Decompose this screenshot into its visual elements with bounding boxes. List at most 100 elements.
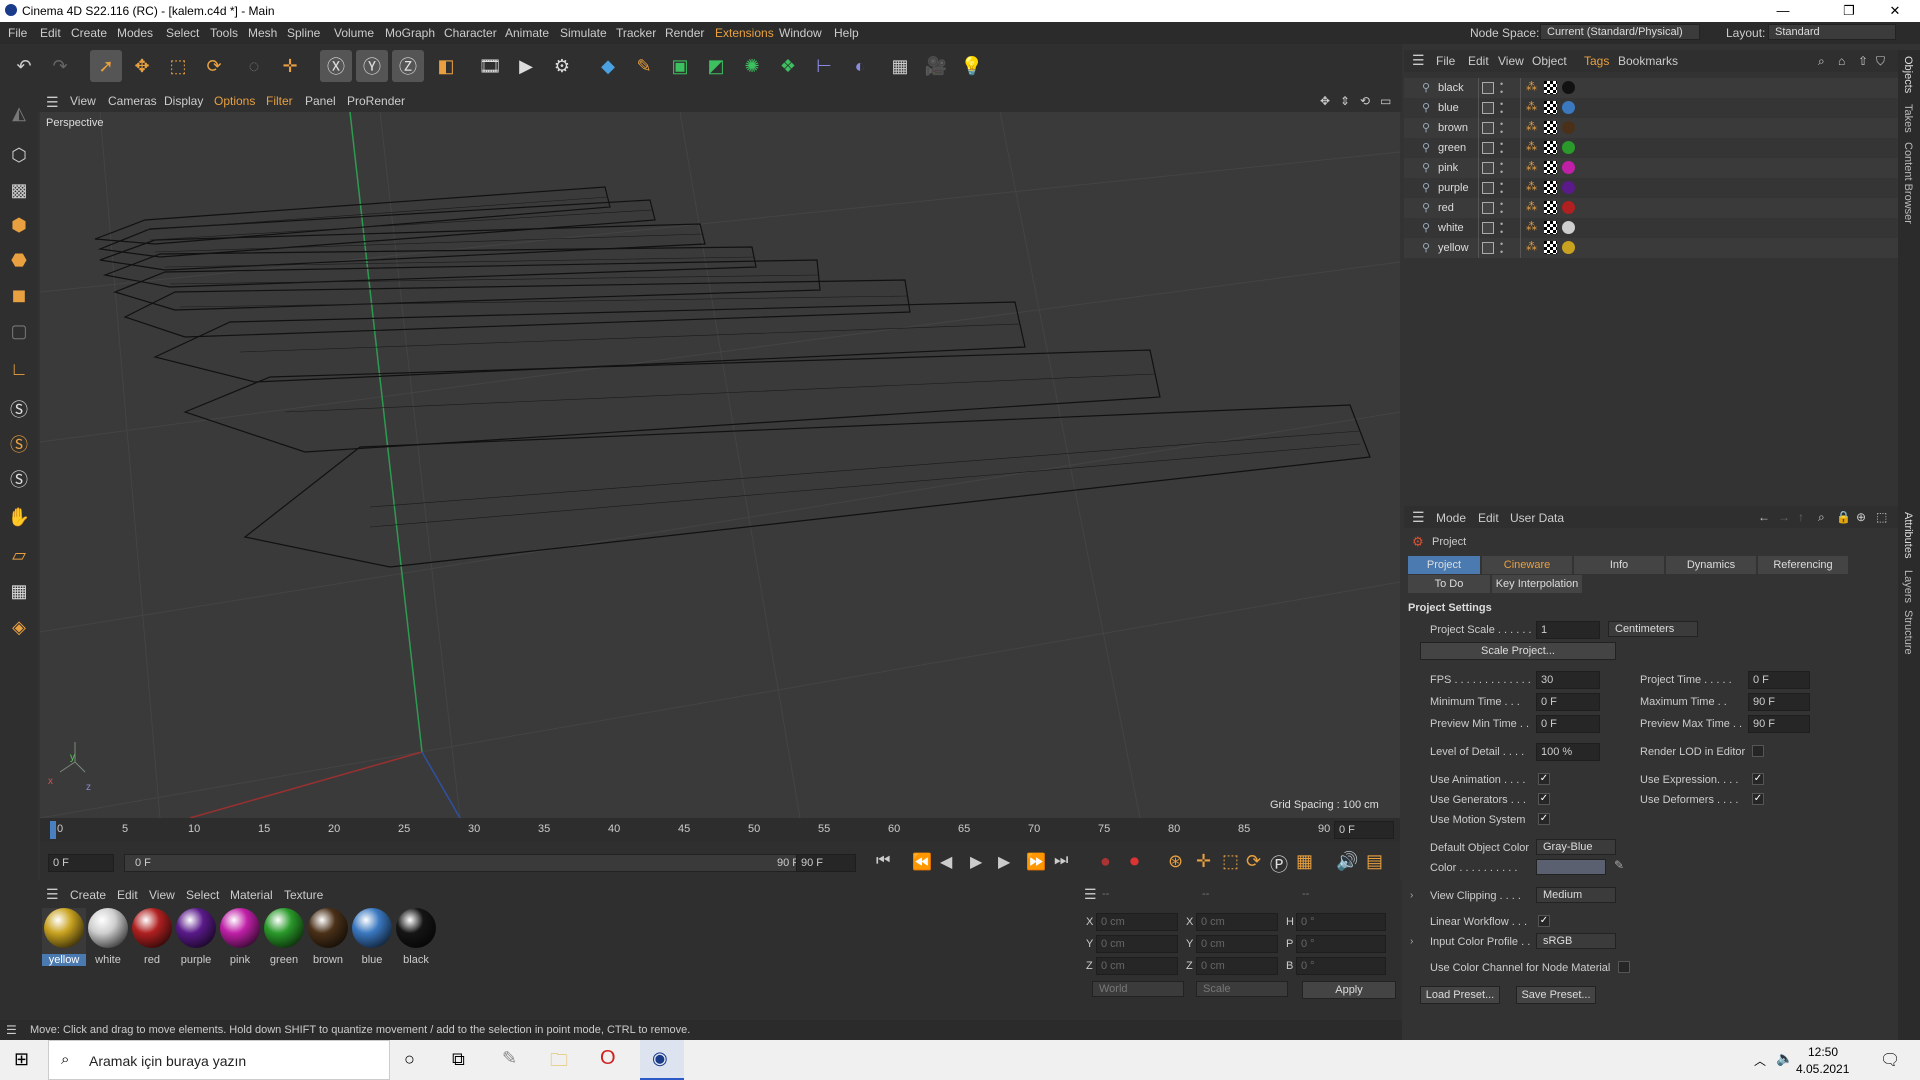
- load-preset-button[interactable]: Load Preset...: [1420, 986, 1500, 1004]
- layer-icon[interactable]: [1482, 182, 1494, 194]
- object-row[interactable]: ⚲ brown • • ⁂: [1404, 118, 1898, 138]
- end-frame-field[interactable]: 90 F: [796, 854, 856, 872]
- render-view-icon[interactable]: 🎞: [474, 50, 506, 82]
- material-tag-icon[interactable]: [1562, 121, 1575, 134]
- menu-spline[interactable]: Spline: [287, 26, 320, 40]
- pen-app-icon[interactable]: ✎: [502, 1048, 517, 1069]
- menu-window[interactable]: Window: [779, 26, 822, 40]
- bend-deformer-icon[interactable]: ⊢: [808, 50, 840, 82]
- taskbar-time[interactable]: 12:50: [1808, 1045, 1838, 1059]
- viewport-menu-options[interactable]: Options: [214, 94, 255, 108]
- texture-tag-icon[interactable]: [1544, 181, 1557, 194]
- coord-size-x[interactable]: 0 cm: [1196, 913, 1278, 931]
- object-name[interactable]: green: [1438, 142, 1466, 154]
- visibility-dots-icon[interactable]: • •: [1500, 80, 1503, 97]
- object-name[interactable]: yellow: [1438, 242, 1469, 254]
- go-to-end-icon[interactable]: ⏭: [1054, 852, 1068, 870]
- task-view-icon[interactable]: ⧉: [452, 1049, 465, 1070]
- apply-button[interactable]: Apply: [1302, 981, 1396, 999]
- polygons-mode-icon[interactable]: ◼: [4, 280, 34, 310]
- preview-min-field[interactable]: 0 F: [1536, 715, 1600, 733]
- object-menu-file[interactable]: File: [1436, 54, 1455, 68]
- coord-size-z[interactable]: 0 cm: [1196, 957, 1278, 975]
- save-preset-button[interactable]: Save Preset...: [1516, 986, 1596, 1004]
- input-profile-expand-icon[interactable]: ›: [1410, 936, 1413, 947]
- key-position-icon[interactable]: ✛: [1196, 851, 1211, 872]
- snap-icon[interactable]: Ⓢ: [4, 394, 34, 424]
- maximize-icon[interactable]: ❐: [1826, 0, 1872, 22]
- tab-dynamics[interactable]: Dynamics: [1666, 556, 1756, 574]
- tab-key-interpolation[interactable]: Key Interpolation: [1492, 575, 1582, 593]
- transform-tool-icon[interactable]: ✛: [274, 50, 306, 82]
- material-swatch[interactable]: red: [130, 908, 174, 966]
- viewport-menu-view[interactable]: View: [70, 94, 96, 108]
- scale-tool-icon[interactable]: ⬚: [162, 50, 194, 82]
- strip-tab-takes[interactable]: Takes: [1902, 104, 1914, 133]
- strip-tab-attributes[interactable]: Attributes: [1902, 512, 1914, 558]
- phong-tag-icon[interactable]: ⁂: [1526, 140, 1537, 153]
- visibility-dots-icon[interactable]: • •: [1500, 120, 1503, 137]
- close-icon[interactable]: ✕: [1872, 0, 1918, 22]
- material-menu-edit[interactable]: Edit: [117, 888, 138, 902]
- menu-animate[interactable]: Animate: [505, 26, 549, 40]
- key-scale-icon[interactable]: ⬚: [1222, 851, 1239, 872]
- light-icon[interactable]: 💡: [956, 50, 988, 82]
- key-parameter-icon[interactable]: Ⓟ: [1270, 851, 1288, 877]
- use-expression-checkbox[interactable]: ✓: [1752, 773, 1764, 785]
- layer-icon[interactable]: [1482, 202, 1494, 214]
- scale-project-button[interactable]: Scale Project...: [1420, 642, 1616, 660]
- move-tool-icon[interactable]: ✥: [126, 50, 158, 82]
- taskbar-date[interactable]: 4.05.2021: [1796, 1062, 1849, 1076]
- visibility-dots-icon[interactable]: • •: [1500, 220, 1503, 237]
- opera-icon[interactable]: O: [600, 1047, 616, 1070]
- mograph-cloner-icon[interactable]: ✺: [736, 50, 768, 82]
- recent-tools-icon[interactable]: ◌: [238, 50, 270, 82]
- visibility-dots-icon[interactable]: • •: [1500, 180, 1503, 197]
- menu-select[interactable]: Select: [166, 26, 199, 40]
- material-swatch[interactable]: yellow: [42, 908, 86, 966]
- undo-icon[interactable]: ↶: [8, 50, 40, 82]
- default-color-dropdown[interactable]: Gray-Blue: [1536, 839, 1616, 855]
- object-name[interactable]: white: [1438, 222, 1464, 234]
- floor-icon[interactable]: ▦: [884, 50, 916, 82]
- texture-mode-icon[interactable]: ▩: [4, 175, 34, 205]
- attr-menu-edit[interactable]: Edit: [1478, 511, 1499, 525]
- material-tag-icon[interactable]: [1562, 161, 1575, 174]
- rotate-tool-icon[interactable]: ⟳: [198, 50, 230, 82]
- texture-tag-icon[interactable]: [1544, 141, 1557, 154]
- lod-field[interactable]: 100 %: [1536, 743, 1600, 761]
- layer-icon[interactable]: [1482, 102, 1494, 114]
- phong-tag-icon[interactable]: ⁂: [1526, 220, 1537, 233]
- phong-tag-icon[interactable]: ⁂: [1526, 180, 1537, 193]
- snap-settings-icon[interactable]: Ⓢ: [4, 429, 34, 459]
- material-tag-icon[interactable]: [1562, 221, 1575, 234]
- material-swatch[interactable]: black: [394, 908, 438, 966]
- coord-menu-icon[interactable]: ☰: [1084, 886, 1097, 903]
- step-forward-icon[interactable]: ▶: [998, 852, 1010, 872]
- attr-new-icon[interactable]: ⊕: [1856, 510, 1866, 524]
- keyframe-selection-icon[interactable]: ⊛: [1168, 851, 1183, 872]
- taskbar-search-box[interactable]: ⌕ Aramak için buraya yazın: [48, 1040, 390, 1080]
- coord-world-dropdown[interactable]: World: [1092, 981, 1184, 997]
- attr-menu-userdata[interactable]: User Data: [1510, 511, 1564, 525]
- object-row[interactable]: ⚲ blue • • ⁂: [1404, 98, 1898, 118]
- volume-icon[interactable]: 🔈: [1776, 1050, 1793, 1067]
- environment-icon[interactable]: ◐: [844, 50, 876, 82]
- start-frame-field[interactable]: 0 F: [48, 854, 114, 872]
- attr-up-icon[interactable]: ↑: [1798, 510, 1804, 524]
- strip-tab-structure[interactable]: Structure: [1902, 610, 1914, 655]
- coord-rot-h[interactable]: 0 °: [1296, 913, 1386, 931]
- use-animation-checkbox[interactable]: ✓: [1538, 773, 1550, 785]
- x-axis-lock-icon[interactable]: Ⓧ: [320, 50, 352, 82]
- material-menu-texture[interactable]: Texture: [284, 888, 323, 902]
- phong-tag-icon[interactable]: ⁂: [1526, 100, 1537, 113]
- object-row[interactable]: ⚲ yellow • • ⁂: [1404, 238, 1898, 258]
- object-row[interactable]: ⚲ purple • • ⁂: [1404, 178, 1898, 198]
- texture-tag-icon[interactable]: [1544, 241, 1557, 254]
- object-name[interactable]: blue: [1438, 102, 1459, 114]
- material-tag-icon[interactable]: [1562, 241, 1575, 254]
- material-menu-material[interactable]: Material: [230, 888, 273, 902]
- object-home-icon[interactable]: ⌂: [1838, 54, 1845, 68]
- points-mode-icon[interactable]: ⬢: [4, 210, 34, 240]
- cortana-icon[interactable]: ○: [404, 1049, 415, 1070]
